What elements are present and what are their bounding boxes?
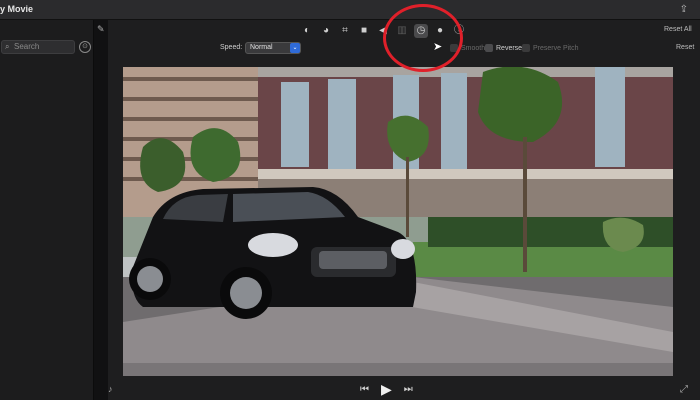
- playback-controls: ⏮ ▶ ⏭: [360, 381, 413, 398]
- preserve-pitch-checkbox[interactable]: Preserve Pitch: [522, 44, 579, 52]
- chevron-down-icon: ⌄: [290, 43, 300, 53]
- title-bar: y Movie ⇪: [0, 0, 700, 20]
- speed-controls: Speed: Normal ⌄ Smooth Reverse Preserve …: [108, 42, 700, 56]
- noise-reduction-icon[interactable]: ▥: [395, 24, 409, 38]
- adjustment-toolbar: ◐ ◕ ⌗ ■ ◀ ▥ ◷ ● ⓘ: [300, 24, 466, 38]
- info-icon[interactable]: ⓘ: [452, 24, 466, 38]
- skip-forward-icon[interactable]: ⏭: [404, 384, 413, 395]
- video-preview[interactable]: [123, 67, 673, 376]
- window-title: y Movie: [0, 4, 34, 14]
- speed-label: Speed:: [220, 44, 243, 51]
- clip-filter-icon[interactable]: ●: [433, 24, 447, 38]
- play-icon[interactable]: ▶: [381, 381, 392, 398]
- panel-divider: [94, 20, 108, 400]
- mouse-cursor-icon: ➤: [433, 41, 443, 53]
- speed-select-value: Normal: [250, 44, 273, 51]
- reset-all-button[interactable]: Reset All: [664, 26, 692, 33]
- smooth-checkbox-box[interactable]: [450, 44, 458, 52]
- video-frame-image: [123, 67, 673, 376]
- skip-back-icon[interactable]: ⏮: [360, 384, 369, 395]
- search-icon: ⌕: [5, 42, 10, 51]
- preserve-pitch-checkbox-box[interactable]: [522, 44, 530, 52]
- magic-wand-icon[interactable]: ✎: [97, 24, 105, 35]
- share-icon[interactable]: ⇪: [680, 4, 688, 15]
- microphone-icon[interactable]: ♪: [108, 384, 113, 394]
- color-correction-icon[interactable]: ◕: [319, 24, 333, 38]
- reset-button[interactable]: Reset: [676, 44, 694, 51]
- speed-icon[interactable]: ◷: [414, 24, 428, 38]
- crop-icon[interactable]: ⌗: [338, 24, 352, 38]
- preserve-pitch-label: Preserve Pitch: [533, 44, 579, 52]
- volume-icon[interactable]: ◀: [376, 24, 390, 38]
- speed-select[interactable]: Normal ⌄: [245, 42, 301, 54]
- smooth-checkbox[interactable]: Smooth: [450, 44, 485, 52]
- reverse-checkbox[interactable]: Reverse: [485, 44, 522, 52]
- search-field[interactable]: ⌕ Search: [1, 40, 75, 54]
- library-sidebar: ⌕ Search ⊙: [0, 20, 94, 400]
- filter-icon[interactable]: ⊙: [79, 41, 91, 53]
- search-placeholder: Search: [14, 42, 40, 51]
- reverse-label: Reverse: [496, 44, 523, 52]
- smooth-label: Smooth: [461, 44, 486, 52]
- reverse-checkbox-box[interactable]: [485, 44, 493, 52]
- stabilization-icon[interactable]: ■: [357, 24, 371, 38]
- color-balance-icon[interactable]: ◐: [300, 24, 314, 38]
- fullscreen-icon[interactable]: ⤢: [680, 384, 688, 395]
